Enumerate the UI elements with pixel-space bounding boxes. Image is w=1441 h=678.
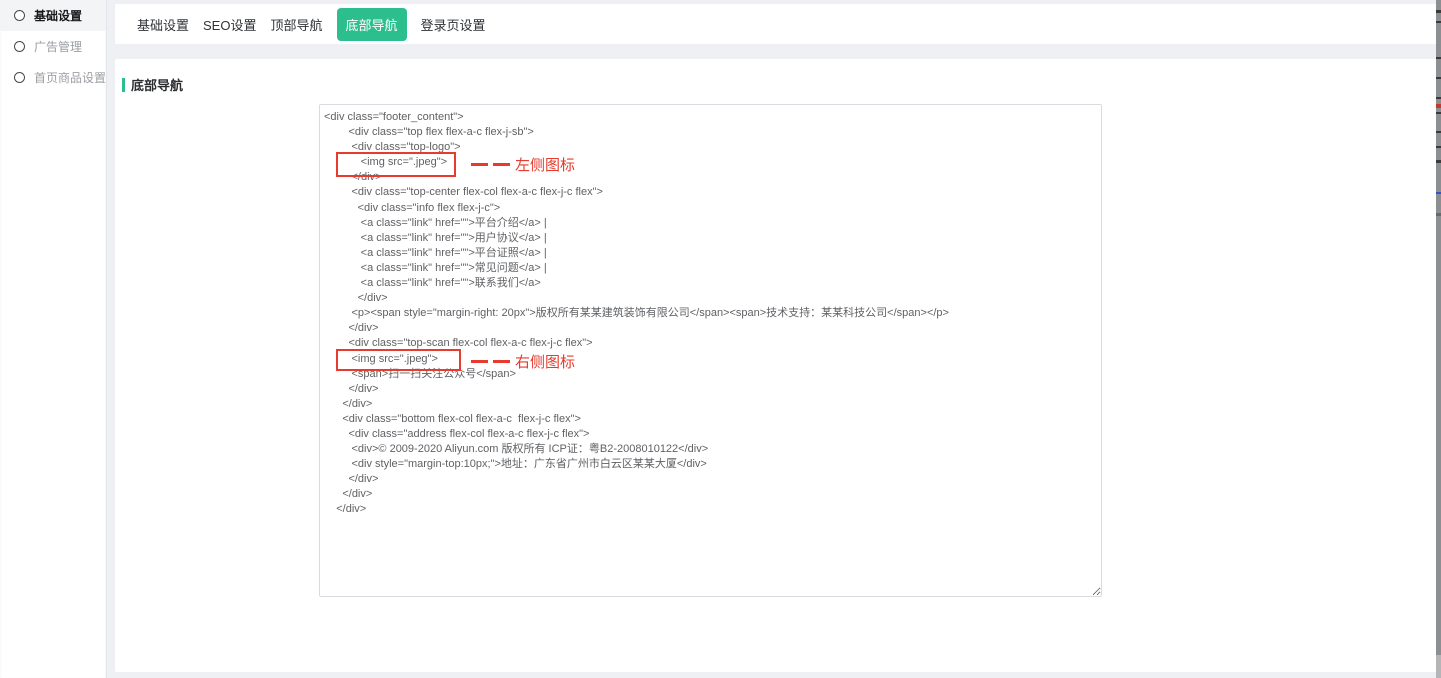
tab-login-page-settings[interactable]: 登录页设置 xyxy=(421,15,486,34)
settings-tab-bar: 基础设置 SEO设置 顶部导航 底部导航 登录页设置 xyxy=(115,4,1436,44)
minimap-mark xyxy=(1436,146,1441,148)
tab-basic-settings[interactable]: 基础设置 xyxy=(137,15,189,34)
minimap-mark xyxy=(1436,57,1441,59)
minimap-mark xyxy=(1436,112,1441,114)
minimap-mark xyxy=(1436,21,1441,23)
sidebar: 基础设置 广告管理 首页商品设置 xyxy=(0,0,107,678)
minimap-mark xyxy=(1436,131,1441,133)
minimap-mark xyxy=(1436,160,1441,163)
sidebar-item-label: 首页商品设置 xyxy=(34,69,106,86)
tab-seo-settings[interactable]: SEO设置 xyxy=(203,15,256,34)
radio-circle-icon xyxy=(14,72,25,83)
tab-top-navigation[interactable]: 顶部导航 xyxy=(270,15,322,34)
footer-html-code-editor[interactable]: <div class="footer_content"> <div class=… xyxy=(319,104,1102,597)
minimap-scrollbar[interactable] xyxy=(1436,0,1441,678)
section-header: 底部导航 xyxy=(122,75,183,94)
section-title: 底部导航 xyxy=(131,75,183,94)
sidebar-item-label: 基础设置 xyxy=(34,7,82,24)
minimap-mark xyxy=(1436,10,1441,13)
minimap-mark xyxy=(1436,213,1441,216)
minimap-track-end xyxy=(1436,655,1441,678)
radio-circle-icon xyxy=(14,10,25,21)
minimap-mark-blue xyxy=(1436,192,1441,194)
footer-navigation-panel: 底部导航 <div class="footer_content"> <div c… xyxy=(115,59,1436,672)
minimap-mark-red xyxy=(1436,104,1441,108)
minimap-mark xyxy=(1436,97,1441,99)
minimap-mark xyxy=(1436,77,1441,79)
tab-footer-navigation[interactable]: 底部导航 xyxy=(337,8,407,41)
radio-circle-icon xyxy=(14,41,25,52)
sidebar-item-ad-management[interactable]: 广告管理 xyxy=(0,31,106,62)
sidebar-item-label: 广告管理 xyxy=(34,38,82,55)
sidebar-item-basic-settings[interactable]: 基础设置 xyxy=(0,0,106,31)
sidebar-item-homepage-products[interactable]: 首页商品设置 xyxy=(0,62,106,93)
section-accent-bar xyxy=(122,78,125,92)
